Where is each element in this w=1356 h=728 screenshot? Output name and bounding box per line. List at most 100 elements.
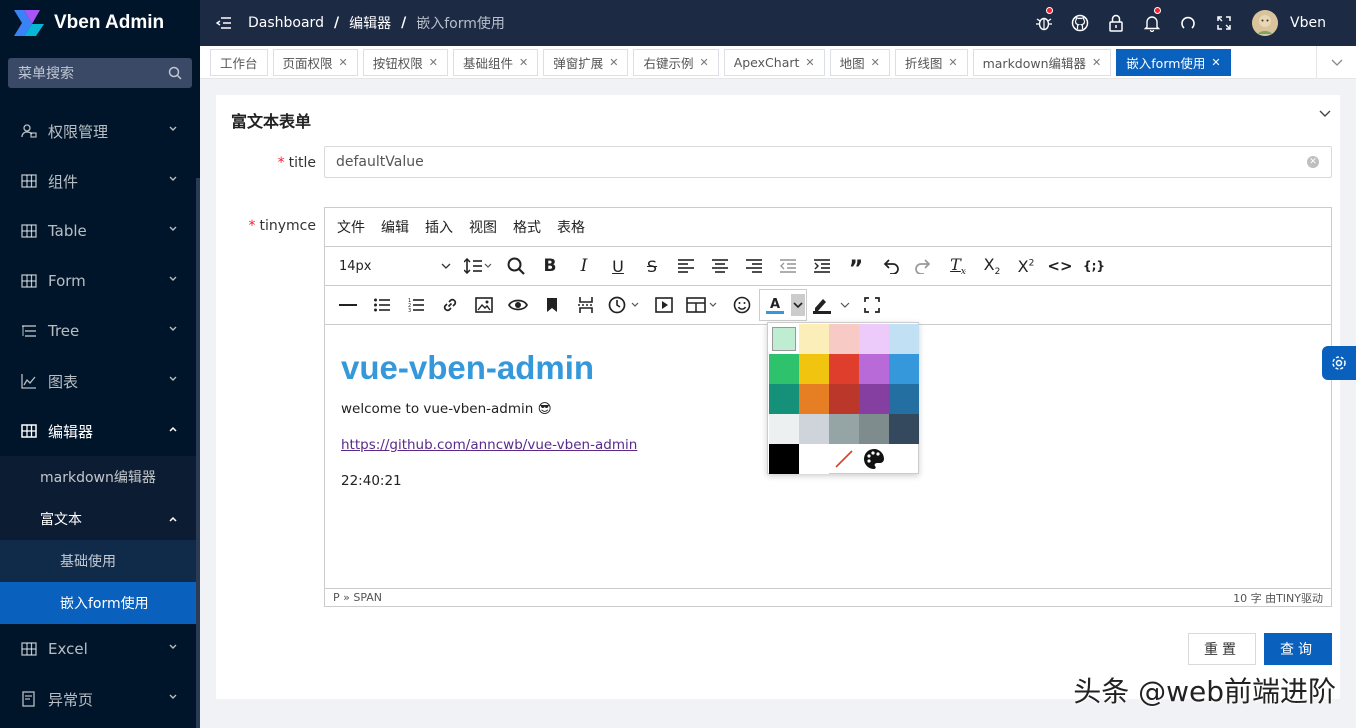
settings-gear-icon[interactable]	[1322, 346, 1356, 380]
color-swatch[interactable]	[889, 384, 919, 414]
tab-workbench[interactable]: 工作台	[210, 48, 268, 76]
color-swatch[interactable]	[769, 384, 799, 414]
refresh-icon[interactable]	[1170, 0, 1206, 46]
sidebar-item-editor[interactable]: 编辑器	[0, 406, 200, 456]
tabs-more-dropdown[interactable]	[1316, 46, 1356, 78]
align-right-icon[interactable]	[737, 250, 771, 282]
redo-icon[interactable]	[907, 250, 941, 282]
close-icon[interactable]: ✕	[609, 56, 618, 69]
emoticons-icon[interactable]	[725, 289, 759, 321]
tab-basic-components[interactable]: 基础组件 ✕	[452, 48, 539, 76]
title-input[interactable]: defaultValue ✕	[324, 146, 1332, 178]
preview-icon[interactable]	[501, 289, 535, 321]
close-icon[interactable]: ✕	[339, 56, 348, 69]
close-icon[interactable]: ✕	[805, 56, 814, 69]
sidebar-item-table[interactable]: Table	[0, 206, 200, 256]
subscript-icon[interactable]: X2	[975, 250, 1009, 282]
color-swatch[interactable]	[799, 384, 829, 414]
undo-icon[interactable]	[873, 250, 907, 282]
editor-menu-insert[interactable]: 插入	[425, 217, 453, 237]
user-name[interactable]: Vben	[1290, 15, 1326, 31]
close-icon[interactable]: ✕	[519, 56, 528, 69]
sidebar-item-basic-usage[interactable]: 基础使用	[0, 540, 200, 582]
editor-menu-view[interactable]: 视图	[469, 217, 497, 237]
sidebar-item-excel[interactable]: Excel	[0, 624, 200, 674]
editor-menu-edit[interactable]: 编辑	[381, 217, 409, 237]
color-swatch[interactable]	[829, 324, 859, 354]
reset-button[interactable]: 重置	[1188, 633, 1256, 665]
italic-icon[interactable]: I	[567, 250, 601, 282]
color-swatch[interactable]	[769, 324, 799, 354]
close-icon[interactable]: ✕	[699, 56, 708, 69]
superscript-icon[interactable]: X2	[1009, 250, 1043, 282]
logo[interactable]: Vben Admin	[0, 0, 200, 46]
color-swatch[interactable]	[859, 384, 889, 414]
tab-modal-extension[interactable]: 弹窗扩展 ✕	[543, 48, 629, 76]
lock-icon[interactable]	[1098, 0, 1134, 46]
editor-menu-table[interactable]: 表格	[557, 217, 585, 237]
strikethrough-icon[interactable]: S	[635, 250, 669, 282]
bug-icon[interactable]	[1026, 0, 1062, 46]
github-icon[interactable]	[1062, 0, 1098, 46]
align-center-icon[interactable]	[703, 250, 737, 282]
fullscreen-editor-icon[interactable]	[855, 289, 889, 321]
sidebar-item-permission[interactable]: 权限管理	[0, 106, 200, 156]
color-swatch[interactable]	[889, 354, 919, 384]
color-swatch[interactable]	[829, 354, 859, 384]
color-swatch[interactable]	[769, 354, 799, 384]
sidebar-item-components[interactable]: 组件	[0, 156, 200, 206]
color-swatch[interactable]	[859, 354, 889, 384]
close-icon[interactable]: ✕	[1092, 56, 1101, 69]
insert-datetime-icon[interactable]	[603, 289, 647, 321]
close-icon[interactable]: ✕	[429, 56, 438, 69]
submit-button[interactable]: 查询	[1264, 633, 1332, 665]
color-swatch[interactable]	[799, 444, 829, 474]
remove-color-icon[interactable]	[829, 444, 859, 474]
tab-button-permission[interactable]: 按钮权限 ✕	[362, 48, 448, 76]
fullscreen-icon[interactable]	[1206, 0, 1242, 46]
tab-markdown-editor[interactable]: markdown编辑器 ✕	[972, 48, 1112, 76]
custom-color-palette-icon[interactable]	[859, 444, 889, 474]
color-swatch[interactable]	[859, 414, 889, 444]
outdent-icon[interactable]	[771, 250, 805, 282]
menu-search-input[interactable]: 菜单搜索	[8, 58, 192, 88]
tab-line-chart[interactable]: 折线图 ✕	[894, 48, 968, 76]
color-swatch[interactable]	[859, 324, 889, 354]
tab-apexchart[interactable]: ApexChart ✕	[723, 48, 825, 76]
editor-menu-format[interactable]: 格式	[513, 217, 541, 237]
link-icon[interactable]	[433, 289, 467, 321]
close-icon[interactable]: ✕	[1211, 56, 1220, 69]
color-swatch[interactable]	[799, 354, 829, 384]
color-swatch[interactable]	[799, 324, 829, 354]
editor-menu-file[interactable]: 文件	[337, 217, 365, 237]
sidebar-item-charts[interactable]: 图表	[0, 356, 200, 406]
tab-map[interactable]: 地图 ✕	[829, 48, 890, 76]
forecolor-button[interactable]: A	[759, 289, 807, 321]
underline-icon[interactable]: U	[601, 250, 635, 282]
bell-icon[interactable]	[1134, 0, 1170, 46]
color-swatch[interactable]	[769, 414, 799, 444]
code-view-icon[interactable]: <>	[1043, 250, 1077, 282]
clear-icon[interactable]: ✕	[1307, 156, 1319, 168]
breadcrumb-editor[interactable]: 编辑器	[349, 13, 391, 33]
close-icon[interactable]: ✕	[871, 56, 880, 69]
bullet-list-icon[interactable]	[365, 289, 399, 321]
close-icon[interactable]: ✕	[948, 56, 957, 69]
tab-page-permission[interactable]: 页面权限 ✕	[272, 48, 358, 76]
sidebar-item-embed-form[interactable]: 嵌入form使用	[0, 582, 200, 624]
breadcrumb-dashboard[interactable]: Dashboard	[248, 15, 324, 31]
search-replace-icon[interactable]	[499, 250, 533, 282]
avatar[interactable]	[1252, 10, 1279, 36]
collapse-icon[interactable]	[1318, 109, 1332, 119]
indent-icon[interactable]	[805, 250, 839, 282]
color-swatch[interactable]	[889, 324, 919, 354]
sidebar-item-form[interactable]: Form	[0, 256, 200, 306]
sidebar-item-exception[interactable]: 异常页	[0, 674, 200, 724]
color-swatch[interactable]	[769, 444, 799, 474]
line-height-icon[interactable]	[459, 250, 499, 282]
menu-fold-icon[interactable]	[216, 16, 232, 30]
image-icon[interactable]	[467, 289, 501, 321]
tab-context-menu[interactable]: 右键示例 ✕	[633, 48, 719, 76]
code-sample-icon[interactable]: {;}	[1077, 250, 1111, 282]
font-size-select[interactable]: 14px	[331, 250, 459, 282]
